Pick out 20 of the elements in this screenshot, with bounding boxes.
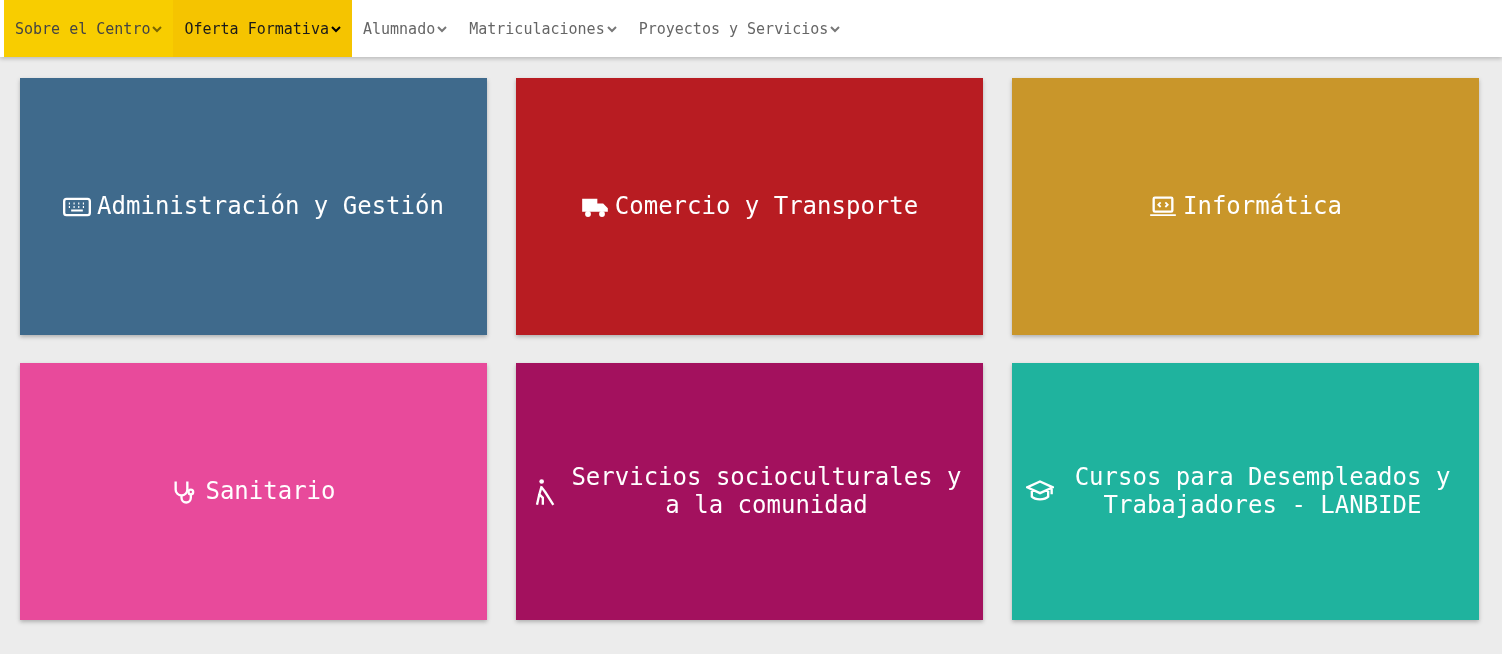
card-title: Comercio y Transporte [614,192,919,221]
category-card[interactable]: Sanitario [20,363,487,620]
caret-icon [437,24,448,33]
card-title: Administración y Gestión [97,192,444,221]
nav-menu-item[interactable]: Matriculaciones [458,0,628,57]
card-title: Informática [1183,192,1342,221]
nav-menu-item[interactable]: Alumnado [351,0,459,57]
card-title: Servicios socioculturales y a la comunidad [570,463,963,520]
caret-icon [830,24,841,33]
card-title: Sanitario [205,477,336,506]
caret-icon [152,24,163,33]
card-title: Cursos para Desempleados y Trabajadores - LANBIDE [1073,463,1452,520]
category-card[interactable]: Comercio y Transporte [516,78,983,335]
caret-icon [606,24,617,33]
nav-menu-item[interactable]: Oferta Formativa [173,0,352,57]
category-card[interactable]: Administración y Gestión [20,78,487,335]
category-card[interactable]: Servicios socioculturales y a la comunidad [516,363,983,620]
nav-menu-item[interactable]: Sobre el Centro [4,0,174,57]
nav-menu-item[interactable]: Proyectos y Servicios [627,0,852,57]
caret-icon [330,24,341,33]
